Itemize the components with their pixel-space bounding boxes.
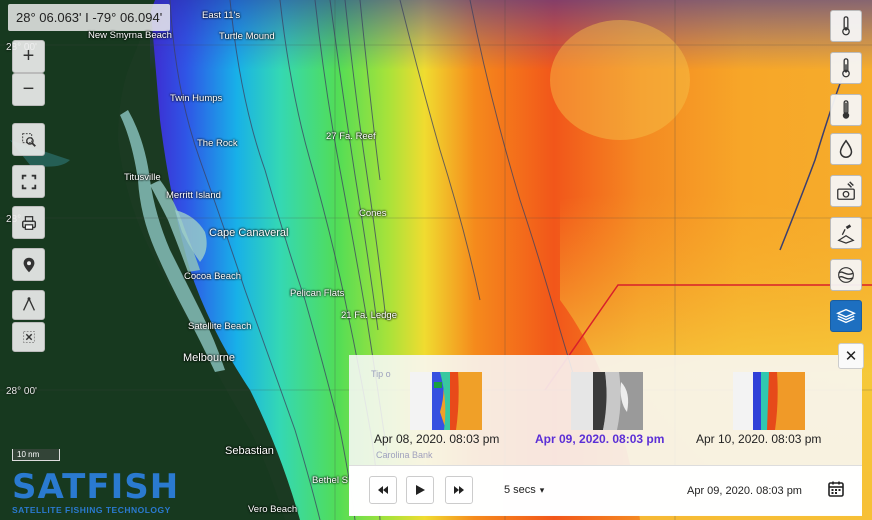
plus-icon: + [22, 45, 35, 67]
layers-stack-icon [836, 308, 856, 324]
altimetry-layer-button[interactable] [830, 217, 862, 249]
chevron-down-icon: ▾ [539, 485, 545, 495]
play-icon [416, 485, 425, 495]
faint-map-label: Tip o [371, 369, 391, 379]
animation-panel: Tip o Carolina Bank Apr 08, 2020. 08:03 … [349, 355, 862, 516]
frame-thumbnail-1[interactable] [410, 372, 482, 430]
true-color-layer-button[interactable] [830, 175, 862, 207]
frame-label-2[interactable]: Apr 09, 2020. 08:03 pm [535, 432, 664, 446]
rewind-icon [378, 486, 388, 494]
print-button[interactable] [12, 206, 45, 239]
place-label: 27 Fa. Reef [326, 131, 376, 142]
next-frame-button[interactable] [445, 476, 473, 504]
satellite-photo-icon [837, 181, 855, 200]
previous-frame-button[interactable] [369, 476, 397, 504]
satellite-altimetry-icon [837, 224, 855, 244]
frame-label-3[interactable]: Apr 10, 2020. 08:03 pm [696, 432, 821, 446]
clear-measure-button[interactable] [12, 322, 45, 352]
cursor-coordinates: 28° 06.063' I -79° 06.094' [8, 4, 171, 31]
zoom-in-button[interactable]: + [12, 40, 45, 73]
place-label: Cocoa Beach [184, 271, 242, 282]
place-label: Merritt Island [166, 190, 221, 201]
logo-text-a: SAT [12, 467, 87, 507]
layers-button[interactable] [830, 300, 862, 332]
frame-label-1[interactable]: Apr 08, 2020. 08:03 pm [374, 432, 499, 446]
water-drop-icon [839, 139, 853, 158]
place-label: Titusville [124, 172, 161, 183]
thermometer-high-icon [842, 100, 850, 119]
place-label: The Rock [197, 138, 238, 149]
thermometer-mid-icon [842, 58, 850, 78]
place-label: New Smyrna Beach [88, 30, 172, 41]
chlorophyll-layer-button[interactable] [830, 133, 862, 165]
satfish-logo: SATFISH SATELLITE FISHING TECHNOLOGY [12, 470, 179, 515]
place-label: Bethel S [312, 475, 348, 486]
sst-high-layer-button[interactable] [830, 94, 862, 126]
lat-label-bottom: 28° 00' [6, 386, 37, 397]
close-icon: ✕ [844, 348, 858, 365]
zoom-area-icon [21, 132, 36, 147]
fullscreen-button[interactable] [12, 165, 45, 198]
clear-icon [22, 331, 35, 343]
place-label: Sebastian [225, 445, 274, 457]
place-label: Vero Beach [248, 504, 298, 515]
current-frame-time: Apr 09, 2020. 08:03 pm [687, 485, 802, 497]
sst-low-layer-button[interactable] [830, 10, 862, 42]
interval-value: 5 secs [504, 484, 536, 496]
currents-wind-icon [838, 267, 854, 283]
fast-forward-icon [454, 486, 464, 494]
place-label: Cape Canaveral [209, 227, 289, 239]
zoom-out-button[interactable]: − [12, 73, 45, 106]
place-label: Twin Humps [170, 93, 223, 104]
zoom-to-area-button[interactable] [12, 123, 45, 156]
logo-tagline: SATELLITE FISHING TECHNOLOGY [12, 505, 171, 515]
frame-thumbnail-3[interactable] [733, 372, 805, 430]
printer-icon [21, 215, 36, 230]
sst-mid-layer-button[interactable] [830, 52, 862, 84]
add-marker-button[interactable] [12, 248, 45, 281]
currents-layer-button[interactable] [830, 259, 862, 291]
measure-distance-button[interactable] [12, 290, 45, 320]
place-label: Cones [359, 208, 387, 219]
interval-select[interactable]: 5 secs ▾ [504, 484, 544, 496]
place-label: Pelican Flats [290, 288, 345, 299]
play-button[interactable] [406, 476, 434, 504]
faint-map-label: Carolina Bank [376, 450, 433, 460]
measure-icon [22, 297, 35, 311]
logo-text-b: FISH [86, 467, 180, 507]
calendar-icon[interactable] [827, 480, 845, 498]
fullscreen-icon [21, 174, 36, 189]
place-label: 21 Fa. Ledge [341, 310, 397, 321]
map-pin-icon [23, 257, 34, 272]
place-label: East 11's [202, 10, 241, 21]
place-label: Satellite Beach [188, 321, 252, 332]
close-panel-button[interactable]: ✕ [838, 343, 864, 369]
frame-thumbnail-2[interactable] [571, 372, 643, 430]
playback-bar: 5 secs ▾ Apr 09, 2020. 08:03 pm [349, 465, 862, 516]
map-scale: 10 nm [12, 449, 60, 461]
minus-icon: − [22, 78, 35, 100]
thermometer-low-icon [842, 16, 850, 36]
place-label: Melbourne [183, 352, 235, 364]
place-label: Turtle Mound [219, 31, 275, 42]
